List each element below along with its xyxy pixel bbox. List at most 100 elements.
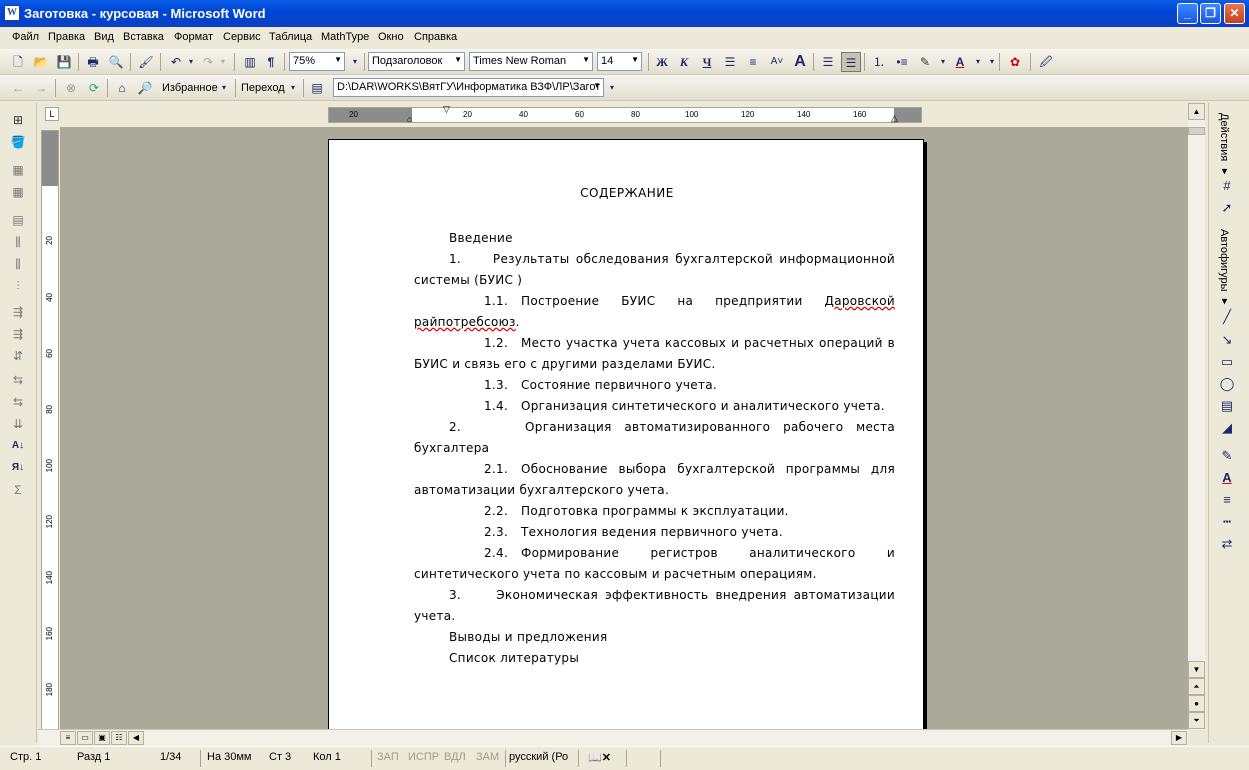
outline-view-icon[interactable]: ☷ (111, 731, 127, 745)
go-menu[interactable]: Переход (241, 82, 285, 94)
document-area[interactable]: СОДЕРЖАНИЕ Введение 1. Результаты обслед… (60, 127, 1188, 730)
status-track-changes[interactable]: ИСПР (408, 751, 439, 763)
autoshapes-menu[interactable]: Автофигуры ▾ (1218, 229, 1231, 308)
style-select[interactable]: Подзаголовок ▼ (368, 52, 465, 71)
align-cell-icon[interactable]: ▤ (8, 211, 28, 229)
align-center-icon[interactable]: ≡ (743, 52, 763, 72)
toolbar-options-icon[interactable]: ▾ (345, 52, 365, 72)
insert-column-icon[interactable]: ⇶ (8, 325, 28, 343)
insert-table-icon[interactable]: ▦ (8, 161, 28, 179)
distribute-columns-icon[interactable]: ⫼ (8, 255, 28, 273)
menu-format[interactable]: Формат (174, 31, 213, 43)
scroll-down-icon[interactable]: ▼ (1188, 661, 1205, 678)
menu-table[interactable]: Таблица (269, 31, 312, 43)
menu-window[interactable]: Окно (378, 31, 404, 43)
font-select[interactable]: Times New Roman ▼ (469, 52, 593, 71)
open-folder-icon[interactable]: 📂 (31, 52, 51, 72)
underline-button[interactable]: Ч (697, 52, 717, 72)
format-painter-icon[interactable]: 🖌 (136, 52, 156, 72)
drawing-icon[interactable]: 🖉 (1036, 52, 1056, 72)
first-line-indent-marker[interactable]: ▽ (443, 104, 450, 115)
print-layout-icon[interactable]: ▣ (94, 731, 110, 745)
justify-icon[interactable]: ☰ (841, 52, 861, 72)
right-indent-marker[interactable]: △ (891, 113, 898, 124)
horizontal-ruler[interactable]: 20 20 40 60 80 100 120 140 160 ⌂ ▽ △ (328, 104, 922, 124)
new-document-icon[interactable]: 🗋 (8, 52, 28, 72)
menu-mathtype[interactable]: MathType (321, 31, 369, 43)
insert-row-icon[interactable]: ⇶ (8, 303, 28, 321)
split-icon[interactable]: ⇵ (8, 347, 28, 365)
bullet-list-icon[interactable]: •≡ (892, 52, 912, 72)
status-extend[interactable]: ВДЛ (444, 751, 466, 763)
menu-tools[interactable]: Сервис (223, 31, 261, 43)
table-tool2-icon[interactable]: ⇆ (8, 393, 28, 411)
left-indent-marker[interactable]: ⌂ (407, 114, 412, 124)
menu-edit[interactable]: Правка (48, 31, 85, 43)
home-icon[interactable]: ⌂ (112, 78, 132, 98)
refresh-icon[interactable]: ⟳ (84, 78, 104, 98)
spelling-status-icon[interactable]: 📖✕ (588, 751, 611, 764)
align-left-icon[interactable]: ☰ (720, 52, 740, 72)
numbered-list-icon[interactable]: ⒈ (869, 52, 889, 72)
line-style-icon[interactable]: ≡ (1217, 491, 1237, 509)
save-icon[interactable]: 💾 (54, 52, 74, 72)
restore-button[interactable]: ❐ (1200, 3, 1221, 24)
highlight-icon[interactable]: ✎ (915, 52, 935, 72)
merge-cells-icon[interactable]: ▦ (8, 183, 28, 201)
distribute-rows-icon[interactable]: ⫼ (8, 233, 28, 251)
menu-insert[interactable]: Вставка (123, 31, 164, 43)
minimize-button[interactable]: _ (1177, 3, 1198, 24)
select-pointer-icon[interactable]: ➚ (1217, 199, 1237, 217)
borders-icon[interactable]: ⊞ (8, 111, 28, 129)
word-app-icon[interactable]: W (4, 5, 20, 21)
show-formatting-icon[interactable]: ¶ (261, 52, 281, 72)
shrink-font-icon[interactable]: A˅ (767, 52, 787, 72)
actions-menu[interactable]: Действия ▾ (1218, 113, 1231, 177)
oval-icon[interactable]: ◯ (1217, 375, 1237, 393)
back-arrow-icon[interactable]: ← (8, 78, 28, 98)
favorites-menu[interactable]: Избранное (162, 82, 218, 94)
sort-ascending-icon[interactable]: А↓ (8, 437, 28, 455)
browse-object-icon[interactable]: ● (1188, 695, 1205, 712)
table-tool3-icon[interactable]: ⇊ (8, 415, 28, 433)
tab-selector[interactable]: L (45, 107, 59, 121)
next-page-icon[interactable]: ⏷ (1188, 712, 1205, 729)
fill-color-icon[interactable]: 🪣 (8, 133, 28, 151)
grid-icon[interactable]: # (1217, 177, 1237, 195)
vertical-ruler[interactable]: 20 40 60 80 100 120 140 160 180 (41, 130, 59, 730)
redo-dropdown-icon[interactable]: ▾ (213, 52, 233, 72)
go-dropdown-icon[interactable]: ▾ (283, 78, 303, 98)
menu-help[interactable]: Справка (414, 31, 457, 43)
line-color-icon[interactable]: ✎ (1217, 447, 1237, 465)
favorites-dropdown-icon[interactable]: ▾ (214, 78, 234, 98)
print-preview-icon[interactable]: 🔍 (106, 52, 126, 72)
status-language[interactable]: русский (Ро (509, 751, 568, 763)
status-record[interactable]: ЗАП (377, 751, 399, 763)
scroll-right-icon[interactable]: ▶ (1171, 731, 1187, 745)
font-color-draw-icon[interactable]: A (1217, 469, 1237, 487)
grow-font-icon[interactable]: A (790, 52, 810, 72)
font-color-icon[interactable]: A (950, 52, 970, 72)
scroll-left-icon[interactable]: ◀ (128, 731, 144, 745)
web-toolbar-options-icon[interactable]: ▾ (602, 78, 622, 98)
autoformat-icon[interactable]: ⫶ (8, 277, 28, 295)
italic-button[interactable]: К (674, 52, 694, 72)
font-size-select[interactable]: 14 ▼ (597, 52, 642, 71)
align-right-icon[interactable]: ☰ (818, 52, 838, 72)
search-web-icon[interactable]: 🔎 (135, 78, 155, 98)
menu-view[interactable]: Вид (94, 31, 114, 43)
vertical-scrollbar[interactable]: ▲ ▼ ⏶ ● ⏷ (1188, 103, 1205, 730)
arrow-icon[interactable]: ↘ (1217, 331, 1237, 349)
rectangle-icon[interactable]: ▭ (1217, 353, 1237, 371)
line-icon[interactable]: ╱ (1217, 308, 1237, 326)
document-page[interactable]: СОДЕРЖАНИЕ Введение 1. Результаты обслед… (328, 139, 924, 730)
close-button[interactable]: ✕ (1224, 3, 1245, 24)
previous-page-icon[interactable]: ⏶ (1188, 678, 1205, 695)
bold-button[interactable]: Ж (652, 52, 672, 72)
table-tool-icon[interactable]: ⇆ (8, 371, 28, 389)
menu-file[interactable]: Файл (12, 31, 39, 43)
print-icon[interactable]: 🖶 (83, 52, 103, 72)
normal-view-icon[interactable]: ≡ (60, 731, 76, 745)
autosum-icon[interactable]: Σ (8, 481, 28, 499)
show-only-web-toolbar-icon[interactable]: ▤ (307, 78, 327, 98)
